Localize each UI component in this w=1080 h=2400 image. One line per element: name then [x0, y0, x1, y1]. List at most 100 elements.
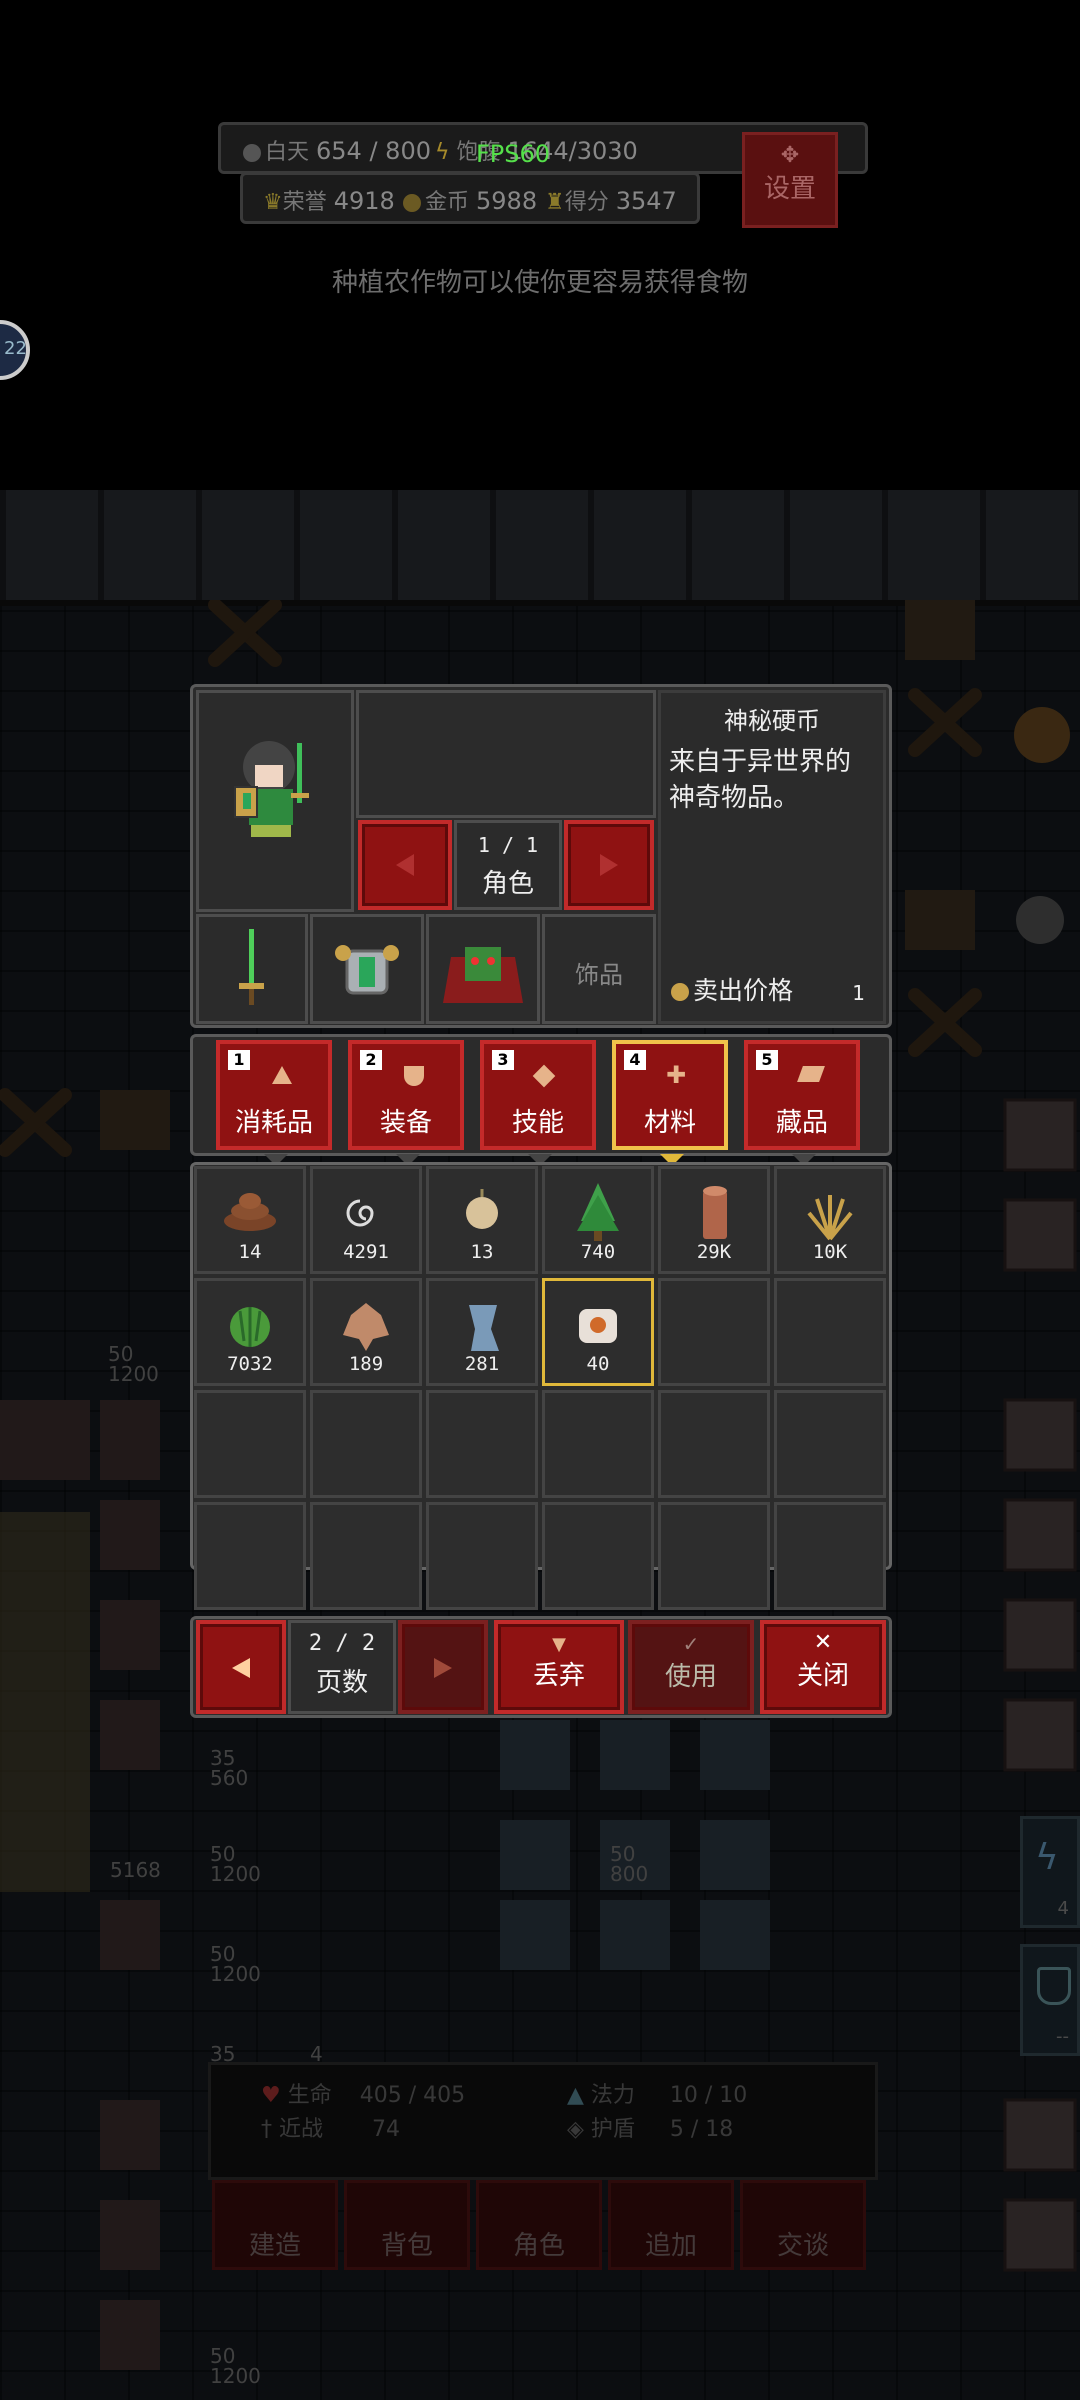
- tab-skills[interactable]: 3 技能: [480, 1040, 596, 1166]
- score-bar: ♛荣誉 4918 金币 5988 ♜得分 3547: [240, 172, 700, 224]
- tree-icon: [577, 1183, 619, 1241]
- melon-icon: [230, 1307, 270, 1347]
- paper-icon: [469, 1305, 499, 1351]
- cape-slot[interactable]: [426, 914, 540, 1024]
- sun-icon: [243, 144, 261, 162]
- badge-count: 22: [4, 338, 27, 359]
- tab-number: 3: [492, 1050, 514, 1070]
- inventory-slot[interactable]: 7032: [194, 1278, 306, 1386]
- tab-label: 消耗品: [234, 1108, 313, 1138]
- page-indicator: 2 / 2 页数: [288, 1620, 396, 1714]
- page-prev-button[interactable]: [196, 1620, 286, 1714]
- arrow-right-icon: [434, 1658, 452, 1678]
- hint-text: 种植农作物可以使你更容易获得食物: [331, 268, 748, 298]
- arrow-right-icon: [600, 854, 618, 876]
- inventory-slot[interactable]: 189: [310, 1278, 422, 1386]
- use-button[interactable]: ✓ 使用: [628, 1620, 754, 1714]
- char-page-label: 角色: [481, 869, 534, 899]
- tab-number: 4: [624, 1050, 646, 1070]
- arrow-left-icon: [396, 854, 414, 876]
- char-next-button[interactable]: [564, 820, 654, 910]
- character-portrait: [196, 690, 354, 912]
- inventory-slot[interactable]: 14: [194, 1166, 306, 1274]
- coin-icon: [579, 1309, 617, 1343]
- inventory-slot[interactable]: 40: [542, 1278, 654, 1386]
- check-icon: ✓: [682, 1632, 700, 1656]
- inventory-slot[interactable]: 29K: [658, 1166, 770, 1274]
- page-next-button[interactable]: [398, 1620, 488, 1714]
- weapon-slot[interactable]: [196, 914, 308, 1024]
- item-quantity: 13: [470, 1241, 494, 1263]
- inventory-slot[interactable]: 740: [542, 1166, 654, 1274]
- settings-label: 设置: [763, 174, 816, 204]
- close-button[interactable]: ✕ 关闭: [760, 1620, 886, 1714]
- day-indicator: 白天 654 / 800: [243, 134, 431, 166]
- tab-number: 1: [228, 1050, 250, 1070]
- inventory-slot-empty[interactable]: [658, 1278, 770, 1386]
- dung-icon: [224, 1193, 276, 1231]
- item-name: 神秘硬币: [724, 707, 820, 735]
- leather-icon: [343, 1303, 389, 1351]
- onion-icon: [466, 1189, 498, 1229]
- char-prev-button[interactable]: [358, 820, 452, 910]
- inventory-slot-empty[interactable]: [542, 1390, 654, 1498]
- inventory-slot-empty[interactable]: [774, 1278, 886, 1386]
- page-number: 2 / 2: [308, 1631, 376, 1656]
- inventory-slot-empty[interactable]: [194, 1502, 306, 1610]
- inventory-slot-empty[interactable]: [426, 1502, 538, 1610]
- gold-indicator: 金币 5988: [403, 184, 537, 216]
- item-quantity: 40: [586, 1353, 610, 1375]
- cape-icon: [443, 947, 523, 1003]
- sell-price-label: 卖出价格: [671, 971, 793, 1007]
- diamond-icon: [532, 1064, 556, 1088]
- plus-icon: ✚: [666, 1061, 687, 1089]
- close-label: 关闭: [796, 1661, 849, 1691]
- tab-collectibles[interactable]: 5 藏品: [744, 1040, 860, 1166]
- char-page-indicator: 1 / 1 角色: [454, 820, 562, 910]
- scroll-icon: [797, 1066, 825, 1082]
- armor-slot[interactable]: [310, 914, 424, 1024]
- page-label: 页数: [315, 1668, 368, 1698]
- inventory-slot[interactable]: 4291: [310, 1166, 422, 1274]
- item-quantity: 281: [464, 1353, 500, 1375]
- inventory-slot-empty[interactable]: [774, 1502, 886, 1610]
- fps-counter: FPS60: [476, 140, 551, 168]
- tab-equipment[interactable]: 2 装备: [348, 1040, 464, 1166]
- inventory-slot[interactable]: 10K: [774, 1166, 886, 1274]
- item-quantity: 14: [238, 1241, 262, 1263]
- inventory-slot-empty[interactable]: [426, 1390, 538, 1498]
- tab-number: 2: [360, 1050, 382, 1070]
- inventory-slot-empty[interactable]: [658, 1390, 770, 1498]
- item-quantity: 4291: [343, 1241, 389, 1263]
- item-quantity: 10K: [812, 1241, 848, 1263]
- item-quantity: 7032: [227, 1353, 273, 1375]
- accessory-label: 饰品: [575, 961, 623, 989]
- inventory-slot-empty[interactable]: [542, 1502, 654, 1610]
- use-label: 使用: [664, 1662, 717, 1692]
- lightning-icon: ϟ: [435, 140, 450, 165]
- tab-label: 材料: [643, 1108, 696, 1138]
- inventory-slot-empty[interactable]: [658, 1502, 770, 1610]
- inventory-slot-empty[interactable]: [310, 1502, 422, 1610]
- settings-button[interactable]: ✥ 设置: [742, 132, 838, 228]
- armor-icon: [335, 945, 399, 995]
- tab-materials[interactable]: 4 ✚ 材料: [612, 1040, 728, 1166]
- discard-button[interactable]: ▼ 丢弃: [494, 1620, 624, 1714]
- sell-price-value: 1: [852, 981, 865, 1005]
- inventory-slot-empty[interactable]: [194, 1390, 306, 1498]
- tab-label: 装备: [379, 1108, 432, 1138]
- tab-label: 技能: [511, 1108, 564, 1138]
- discard-label: 丢弃: [532, 1661, 585, 1691]
- settings-icon: ✥: [780, 143, 800, 168]
- inventory-slot[interactable]: 13: [426, 1166, 538, 1274]
- info-box: [356, 690, 656, 818]
- item-quantity: 29K: [696, 1241, 732, 1263]
- item-quantity: 740: [580, 1241, 616, 1263]
- inventory-slot-empty[interactable]: [310, 1390, 422, 1498]
- inventory-slot[interactable]: 281: [426, 1278, 538, 1386]
- inventory-slot-empty[interactable]: [774, 1390, 886, 1498]
- honor-indicator: ♛荣誉 4918: [263, 187, 395, 215]
- tab-consumables[interactable]: 1 消耗品: [216, 1040, 332, 1166]
- accessory-slot[interactable]: 饰品: [542, 914, 656, 1024]
- tab-label: 藏品: [775, 1108, 828, 1138]
